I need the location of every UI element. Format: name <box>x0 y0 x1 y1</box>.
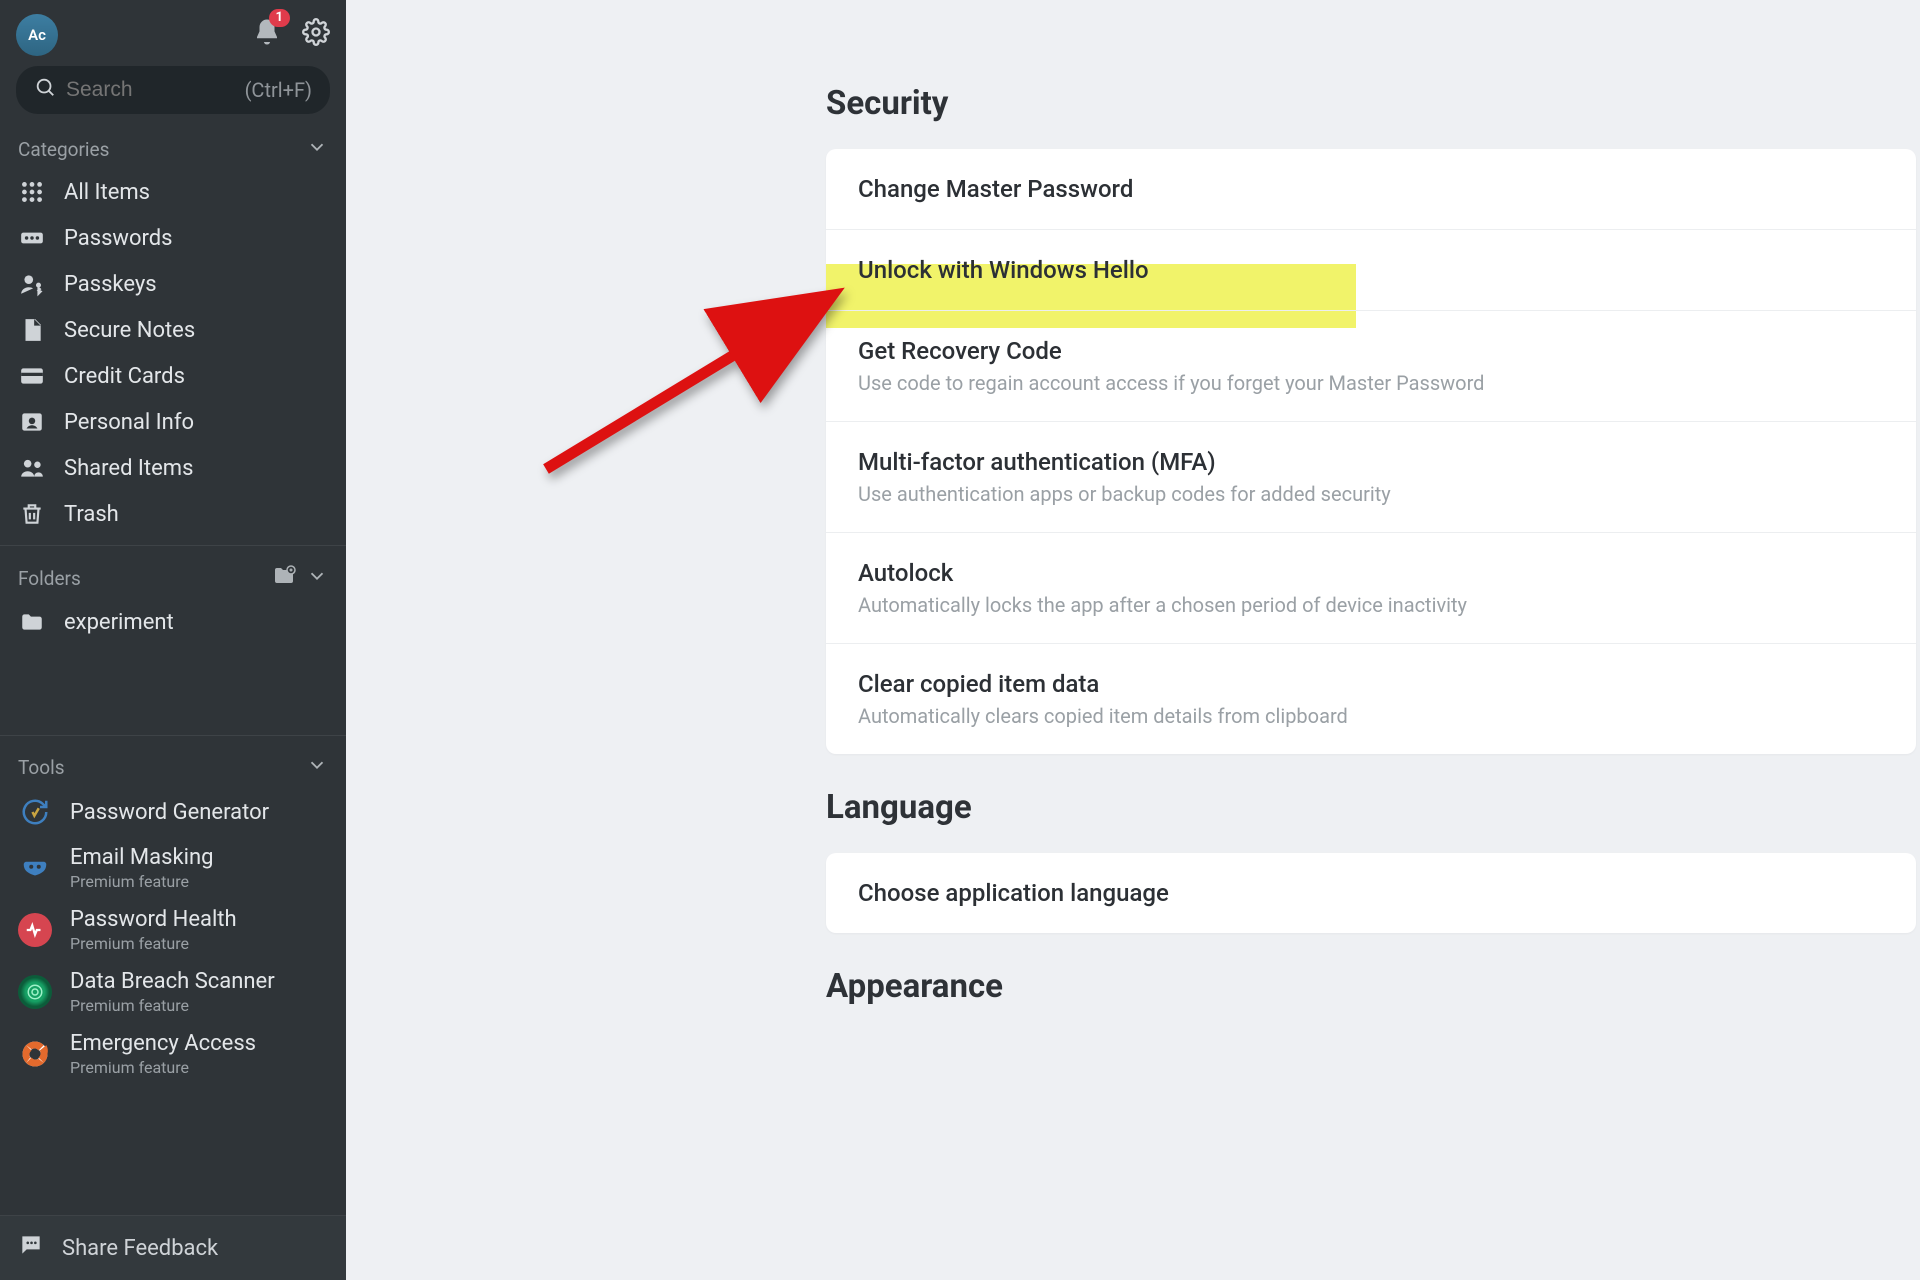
scanner-icon <box>18 975 52 1009</box>
avatar-initials: Ac <box>28 26 46 44</box>
row-title: Change Master Password <box>858 175 1884 203</box>
sidebar-item-label: Trash <box>64 502 119 527</box>
setting-row-clear-clipboard[interactable]: Clear copied item data Automatically cle… <box>826 644 1916 754</box>
share-feedback-button[interactable]: Share Feedback <box>0 1215 346 1280</box>
grid-icon <box>18 179 46 205</box>
folders-label: Folders <box>18 567 81 590</box>
sidebar-item-label: All Items <box>64 180 150 205</box>
passkey-icon <box>18 271 46 297</box>
row-title: Get Recovery Code <box>858 337 1884 365</box>
section-title-language: Language <box>826 788 1916 827</box>
tool-password-health[interactable]: Password Health Premium feature <box>0 899 346 961</box>
chevron-down-icon <box>306 136 328 163</box>
tool-emergency-access[interactable]: Emergency Access Premium feature <box>0 1023 346 1085</box>
setting-row-change-master-password[interactable]: Change Master Password <box>826 149 1916 230</box>
setting-row-choose-language[interactable]: Choose application language <box>826 853 1916 933</box>
row-title: Unlock with Windows Hello <box>858 256 1884 284</box>
row-subtitle: Automatically locks the app after a chos… <box>858 593 1884 617</box>
sidebar-item-label: Credit Cards <box>64 364 185 389</box>
setting-row-mfa[interactable]: Multi-factor authentication (MFA) Use au… <box>826 422 1916 533</box>
row-title: Clear copied item data <box>858 670 1884 698</box>
search-field[interactable] <box>66 78 235 102</box>
chevron-down-icon <box>306 754 328 781</box>
chevron-down-icon <box>306 565 328 592</box>
setting-row-autolock[interactable]: Autolock Automatically locks the app aft… <box>826 533 1916 644</box>
settings-main: Security Change Master Password Unlock w… <box>346 0 1920 1280</box>
sidebar-item-label: Shared Items <box>64 456 193 481</box>
sidebar-item-label: Passwords <box>64 226 173 251</box>
row-title: Multi-factor authentication (MFA) <box>858 448 1884 476</box>
categories-header[interactable]: Categories <box>0 126 346 169</box>
search-icon <box>34 76 56 104</box>
bell-icon <box>252 28 282 53</box>
folder-icon <box>18 609 46 635</box>
folders-list: experiment <box>0 599 346 645</box>
note-icon <box>18 317 46 343</box>
sidebar-item-passkeys[interactable]: Passkeys <box>0 261 346 307</box>
security-card: Change Master Password Unlock with Windo… <box>826 149 1916 754</box>
setting-row-recovery-code[interactable]: Get Recovery Code Use code to regain acc… <box>826 311 1916 422</box>
tool-label: Password Generator <box>70 800 269 825</box>
section-title-security: Security <box>826 84 1916 123</box>
tool-data-breach-scanner[interactable]: Data Breach Scanner Premium feature <box>0 961 346 1023</box>
tool-label: Password Health <box>70 907 237 932</box>
trash-icon <box>18 501 46 527</box>
tool-email-masking[interactable]: Email Masking Premium feature <box>0 837 346 899</box>
premium-tag: Premium feature <box>70 872 213 891</box>
credit-card-icon <box>18 363 46 389</box>
sidebar-header: Ac 1 <box>0 0 346 66</box>
health-icon <box>18 913 52 947</box>
tool-label: Emergency Access <box>70 1031 256 1056</box>
sidebar-item-all-items[interactable]: All Items <box>0 169 346 215</box>
tools-label: Tools <box>18 756 65 779</box>
id-card-icon <box>18 409 46 435</box>
tools-header[interactable]: Tools <box>0 744 346 787</box>
sidebar-item-label: Personal Info <box>64 410 194 435</box>
password-icon <box>18 225 46 251</box>
row-subtitle: Use authentication apps or backup codes … <box>858 482 1884 506</box>
row-subtitle: Use code to regain account access if you… <box>858 371 1884 395</box>
notifications-button[interactable]: 1 <box>252 17 282 53</box>
folder-label: experiment <box>64 610 174 635</box>
sidebar-item-passwords[interactable]: Passwords <box>0 215 346 261</box>
mask-icon <box>18 851 52 885</box>
sidebar-item-credit-cards[interactable]: Credit Cards <box>0 353 346 399</box>
setting-row-unlock-windows-hello[interactable]: Unlock with Windows Hello <box>826 230 1916 311</box>
avatar[interactable]: Ac <box>16 14 58 56</box>
language-card: Choose application language <box>826 853 1916 933</box>
row-title: Autolock <box>858 559 1884 587</box>
premium-tag: Premium feature <box>70 1058 256 1077</box>
premium-tag: Premium feature <box>70 934 237 953</box>
premium-tag: Premium feature <box>70 996 275 1015</box>
sidebar-item-trash[interactable]: Trash <box>0 491 346 537</box>
lifebuoy-icon <box>18 1037 52 1071</box>
sidebar: Ac 1 (Ctrl+F) Categories All <box>0 0 346 1280</box>
categories-list: All Items Passwords Passkeys Secure Note… <box>0 169 346 537</box>
search-input[interactable]: (Ctrl+F) <box>16 66 330 114</box>
categories-label: Categories <box>18 138 109 161</box>
sidebar-item-label: Passkeys <box>64 272 157 297</box>
tool-label: Email Masking <box>70 845 213 870</box>
arrow-annotation <box>536 289 846 489</box>
search-shortcut-hint: (Ctrl+F) <box>245 78 312 102</box>
folder-item[interactable]: experiment <box>0 599 346 645</box>
section-title-appearance: Appearance <box>826 967 1916 1006</box>
tool-password-generator[interactable]: Password Generator <box>0 787 346 837</box>
notification-badge: 1 <box>269 9 290 27</box>
sidebar-item-label: Secure Notes <box>64 318 195 343</box>
users-icon <box>18 455 46 481</box>
folders-header[interactable]: Folders <box>0 554 346 599</box>
settings-button[interactable] <box>302 18 330 52</box>
row-title: Choose application language <box>858 879 1884 907</box>
sidebar-item-personal-info[interactable]: Personal Info <box>0 399 346 445</box>
generator-icon <box>18 795 52 829</box>
tool-label: Data Breach Scanner <box>70 969 275 994</box>
row-subtitle: Automatically clears copied item details… <box>858 704 1884 728</box>
sidebar-item-secure-notes[interactable]: Secure Notes <box>0 307 346 353</box>
add-folder-icon[interactable] <box>272 564 306 593</box>
feedback-icon <box>18 1232 44 1264</box>
sidebar-item-shared-items[interactable]: Shared Items <box>0 445 346 491</box>
footer-label: Share Feedback <box>62 1236 218 1261</box>
